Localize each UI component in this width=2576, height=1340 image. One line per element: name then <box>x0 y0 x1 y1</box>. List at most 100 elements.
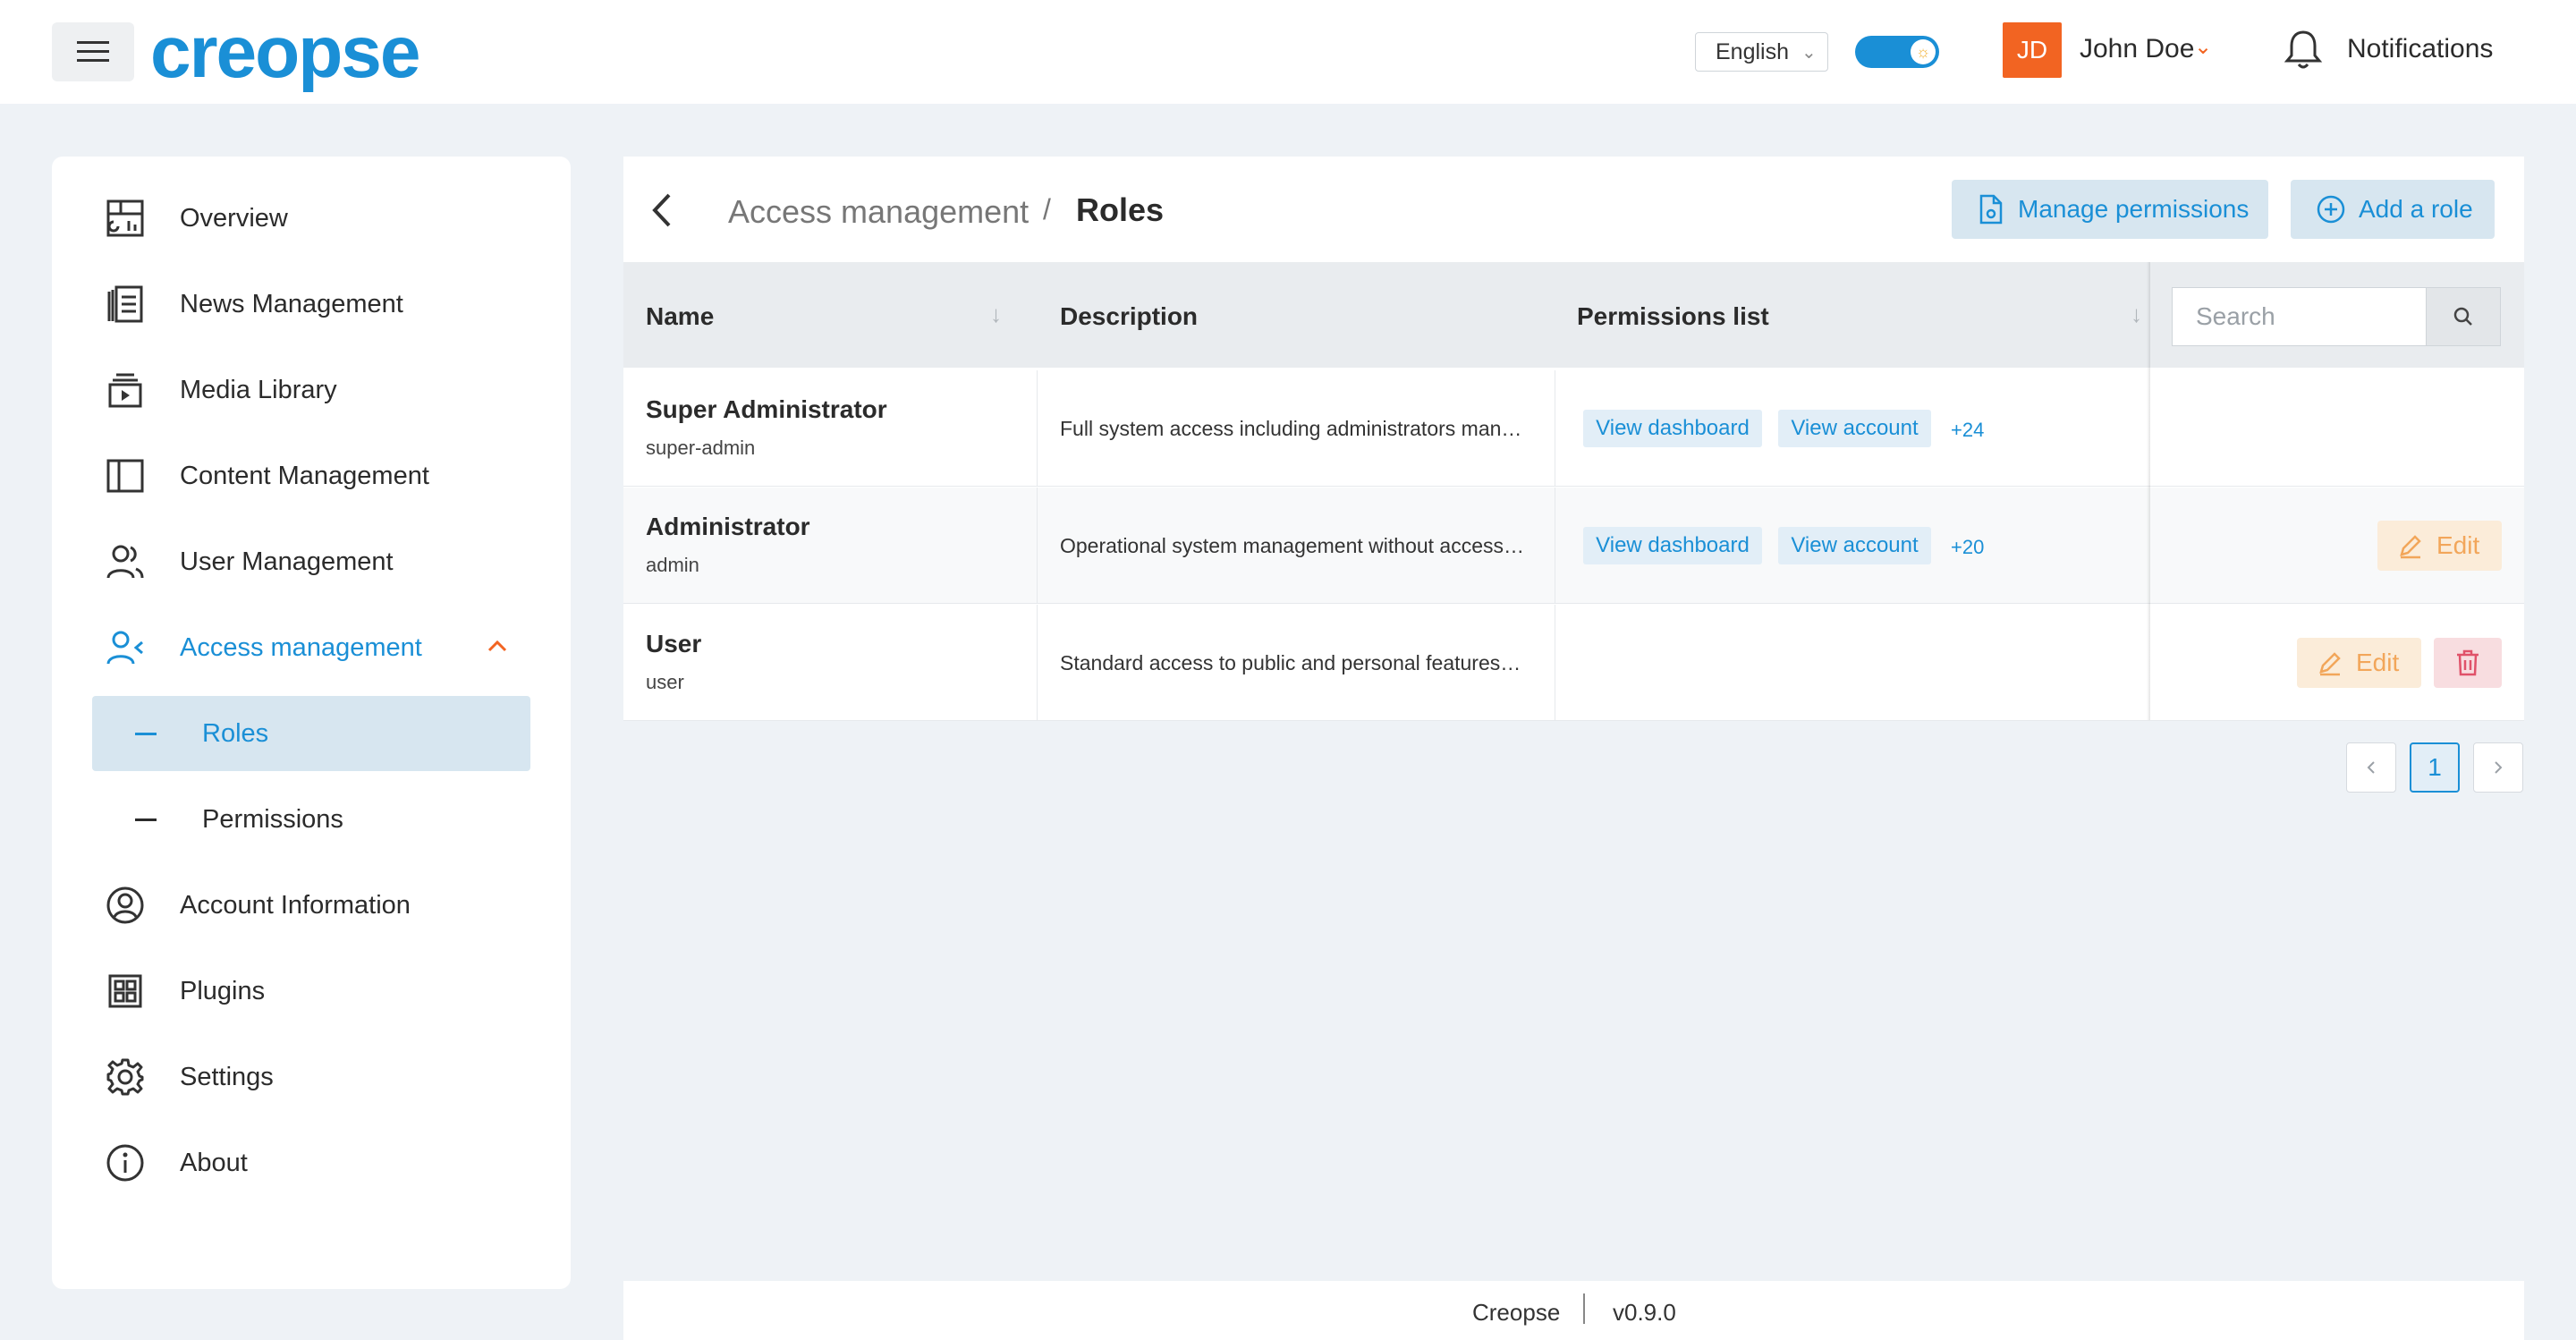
trash-icon <box>2457 649 2479 676</box>
sidebar-item-overview[interactable]: Overview <box>52 182 571 254</box>
table-row[interactable]: User user Standard access to public and … <box>623 605 2524 721</box>
sidebar-item-media[interactable]: Media Library <box>52 354 571 426</box>
sidebar-item-settings[interactable]: Settings <box>52 1041 571 1113</box>
sidebar-item-label: User Management <box>180 547 394 576</box>
info-icon <box>104 1141 147 1184</box>
chevron-down-icon: ⌄ <box>1801 42 1817 63</box>
back-arrow-icon[interactable] <box>644 188 680 233</box>
delete-button[interactable] <box>2434 638 2502 688</box>
plus-circle-icon <box>2317 195 2345 224</box>
search-placeholder: Search <box>2196 302 2275 330</box>
edit-button[interactable]: Edit <box>2297 638 2421 688</box>
file-settings-icon <box>1979 194 2003 225</box>
pagination-prev-button[interactable] <box>2346 742 2396 793</box>
chevron-down-icon[interactable]: ⌄ <box>2194 34 2212 60</box>
table-row[interactable]: Super Administrator super-admin Full sys… <box>623 370 2524 487</box>
sidebar-item-content[interactable]: Content Management <box>52 440 571 512</box>
users-icon <box>104 540 147 583</box>
theme-toggle[interactable]: ☼ <box>1855 36 1939 68</box>
permission-tag: View account <box>1778 527 1931 564</box>
language-select[interactable]: English ⌄ <box>1695 32 1828 72</box>
pagination-next-button[interactable] <box>2473 742 2523 793</box>
sidebar-item-label: Access management <box>180 632 422 662</box>
breadcrumb-parent[interactable]: Access management <box>728 193 1029 231</box>
user-name[interactable]: John Doe <box>2080 34 2194 64</box>
footer-app-name: Creopse <box>1472 1299 1561 1326</box>
column-header-permissions[interactable]: Permissions list <box>1577 302 1769 331</box>
sidebar-item-access-management[interactable]: Access management <box>52 612 571 683</box>
app-logo[interactable]: creopse <box>150 13 421 93</box>
permission-tag: View dashboard <box>1583 410 1762 447</box>
sidebar-item-about[interactable]: About <box>52 1127 571 1199</box>
permission-tag: View account <box>1778 410 1931 447</box>
pagination-page[interactable]: 1 <box>2410 742 2460 793</box>
sidebar-subitem-permissions[interactable]: Permissions <box>92 782 530 857</box>
edit-label: Edit <box>2356 649 2400 676</box>
role-description: Standard access to public and personal f… <box>1060 651 1525 674</box>
role-slug: user <box>646 671 684 693</box>
avatar[interactable]: JD <box>2003 22 2062 78</box>
menu-icon <box>77 41 109 62</box>
sticky-column-shadow <box>2147 262 2150 720</box>
dash-icon <box>135 818 157 821</box>
add-role-label: Add a role <box>2359 195 2473 223</box>
role-name: Administrator <box>646 513 810 540</box>
sidebar-item-label: Settings <box>180 1062 274 1091</box>
permission-tag: View dashboard <box>1583 527 1762 564</box>
role-description: Operational system management without ac… <box>1060 534 1525 557</box>
sidebar-item-label: Media Library <box>180 375 337 404</box>
chevron-left-icon <box>2367 761 2375 774</box>
role-description: Full system access including administrat… <box>1060 417 1525 440</box>
edit-label: Edit <box>2436 531 2480 559</box>
news-icon <box>104 283 147 326</box>
gear-icon <box>104 1056 147 1098</box>
chevron-right-icon <box>2495 761 2503 774</box>
search-input[interactable]: Search <box>2172 287 2426 346</box>
sidebar-item-label: Content Management <box>180 461 429 490</box>
sort-arrow-icon[interactable]: ↓ <box>2131 301 2142 328</box>
sidebar-item-plugins[interactable]: Plugins <box>52 955 571 1027</box>
bell-icon[interactable] <box>2283 27 2324 72</box>
sidebar-item-users[interactable]: User Management <box>52 526 571 598</box>
sun-icon: ☼ <box>1911 39 1936 64</box>
sidebar-subitem-label: Permissions <box>202 804 343 834</box>
user-access-icon <box>104 626 147 669</box>
account-circle-icon <box>104 884 147 927</box>
plugins-icon <box>104 970 147 1013</box>
sidebar-item-news[interactable]: News Management <box>52 268 571 340</box>
sidebar-item-label: News Management <box>180 289 403 318</box>
manage-permissions-button[interactable]: Manage permissions <box>1952 180 2268 239</box>
sidebar: Overview News Management Media Library C… <box>52 157 571 1289</box>
edit-button[interactable]: Edit <box>2377 521 2502 571</box>
chevron-up-icon <box>486 635 509 663</box>
dash-icon <box>135 732 157 735</box>
sidebar-subitem-label: Roles <box>202 718 269 748</box>
sidebar-item-label: Plugins <box>180 976 266 1005</box>
sidebar-subitem-roles[interactable]: Roles <box>92 696 530 771</box>
role-slug: admin <box>646 554 699 576</box>
table-row[interactable]: Administrator admin Operational system m… <box>623 488 2524 604</box>
page-title: Roles <box>1076 191 1165 228</box>
sort-arrow-icon[interactable]: ↓ <box>990 301 1002 328</box>
hamburger-menu-button[interactable] <box>52 22 134 81</box>
dashboard-icon <box>104 197 147 240</box>
search-button[interactable] <box>2426 287 2501 346</box>
pencil-icon <box>2400 535 2421 559</box>
footer-version: v0.9.0 <box>1613 1299 1676 1326</box>
add-role-button[interactable]: Add a role <box>2291 180 2495 239</box>
sidebar-item-account[interactable]: Account Information <box>52 869 571 941</box>
column-header-description: Description <box>1060 302 1199 330</box>
search-icon <box>2453 307 2472 326</box>
role-name: Super Administrator <box>646 395 887 423</box>
footer <box>623 1281 2524 1340</box>
sidebar-item-label: Account Information <box>180 890 411 920</box>
manage-permissions-label: Manage permissions <box>2018 195 2250 223</box>
breadcrumb-separator: / <box>1043 193 1051 225</box>
role-slug: super-admin <box>646 437 756 459</box>
column-header-name[interactable]: Name <box>646 302 714 331</box>
pencil-icon <box>2319 652 2341 676</box>
notifications-label[interactable]: Notifications <box>2347 34 2493 64</box>
more-permissions-count[interactable]: +24 <box>1951 419 1984 442</box>
more-permissions-count[interactable]: +20 <box>1951 536 1984 559</box>
role-name: User <box>646 630 702 657</box>
